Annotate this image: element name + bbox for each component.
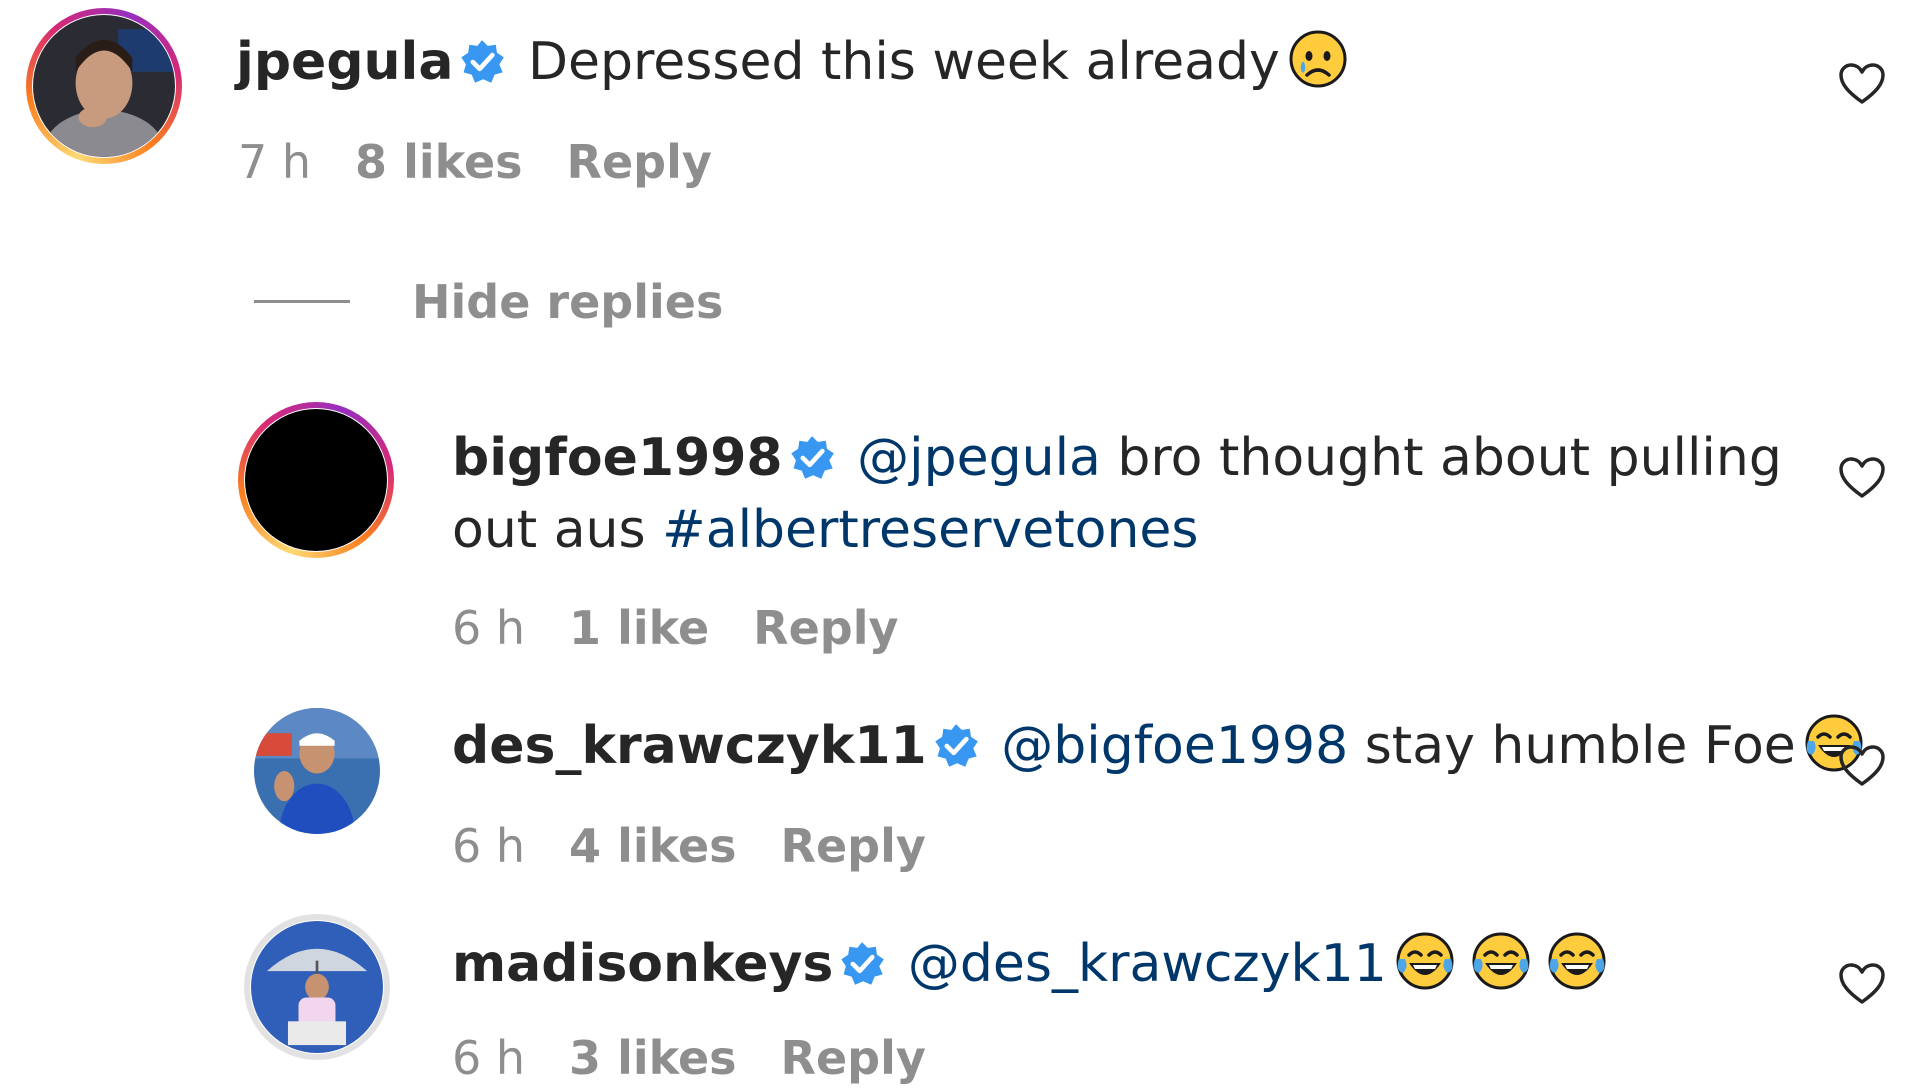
username[interactable]: jpegula — [236, 32, 453, 92]
comment-meta: 6 h 4 likes Reply — [452, 816, 970, 876]
face-with-tears-of-joy-icon — [1547, 931, 1607, 991]
mention-link[interactable]: @bigfoe1998 — [1001, 716, 1348, 776]
timestamp: 7 h — [238, 135, 312, 189]
reply-button[interactable]: Reply — [753, 601, 898, 655]
face-with-tears-of-joy-icon — [1471, 931, 1531, 991]
comment-line: jpegula Depressed this week already — [236, 26, 1348, 98]
verified-badge-icon — [839, 941, 885, 987]
comment-meta: 7 h 8 likes Reply — [238, 132, 756, 192]
username[interactable]: madisonkeys — [452, 934, 833, 994]
hide-replies-divider — [254, 300, 350, 303]
like-heart-icon[interactable] — [1838, 744, 1886, 788]
likes-count[interactable]: 3 likes — [569, 1031, 737, 1085]
mention-link[interactable]: @jpegula — [857, 428, 1101, 488]
avatar-bigfoe1998[interactable] — [238, 402, 394, 558]
hashtag-link[interactable]: #albertreservetones — [662, 500, 1198, 560]
comment-line-2: out aus #albertreservetones — [452, 494, 1199, 566]
likes-count[interactable]: 8 likes — [355, 135, 523, 189]
verified-badge-icon — [933, 723, 979, 769]
reply-button[interactable]: Reply — [567, 135, 712, 189]
like-heart-icon[interactable] — [1838, 962, 1886, 1006]
comment-meta: 6 h 1 like Reply — [452, 598, 942, 658]
comment-line: bigfoe1998 @jpegula bro thought about pu… — [452, 422, 1782, 494]
avatar-madisonkeys[interactable] — [244, 914, 390, 1060]
comment-text: Depressed this week already — [528, 32, 1280, 92]
timestamp: 6 h — [452, 1031, 526, 1085]
avatar-des-krawczyk11[interactable] — [254, 708, 380, 834]
reply-button[interactable]: Reply — [781, 819, 926, 873]
avatar-jpegula[interactable] — [26, 8, 182, 164]
comment-text: stay humble Foe — [1364, 716, 1796, 776]
like-heart-icon[interactable] — [1838, 62, 1886, 106]
comment-line: des_krawczyk11 @bigfoe1998 stay humble F… — [452, 710, 1864, 782]
username[interactable]: des_krawczyk11 — [452, 716, 927, 776]
timestamp: 6 h — [452, 819, 526, 873]
comment-meta: 6 h 3 likes Reply — [452, 1028, 970, 1088]
avatar-photo — [245, 409, 387, 551]
verified-badge-icon — [789, 435, 835, 481]
username[interactable]: bigfoe1998 — [452, 428, 783, 488]
crying-face-icon — [1288, 29, 1348, 89]
like-heart-icon[interactable] — [1838, 456, 1886, 500]
likes-count[interactable]: 4 likes — [569, 819, 737, 873]
timestamp: 6 h — [452, 601, 526, 655]
face-with-tears-of-joy-icon — [1395, 931, 1455, 991]
comment-line: madisonkeys @des_krawczyk11 — [452, 928, 1607, 1000]
hide-replies-button[interactable]: Hide replies — [412, 272, 723, 332]
mention-link[interactable]: @des_krawczyk11 — [908, 934, 1387, 994]
avatar-photo — [251, 921, 383, 1053]
avatar-photo — [33, 15, 175, 157]
reply-button[interactable]: Reply — [781, 1031, 926, 1085]
verified-badge-icon — [459, 39, 505, 85]
likes-count[interactable]: 1 like — [569, 601, 709, 655]
comment-text-continued: out aus — [452, 500, 646, 560]
comment-text: bro thought about pulling — [1117, 428, 1782, 488]
